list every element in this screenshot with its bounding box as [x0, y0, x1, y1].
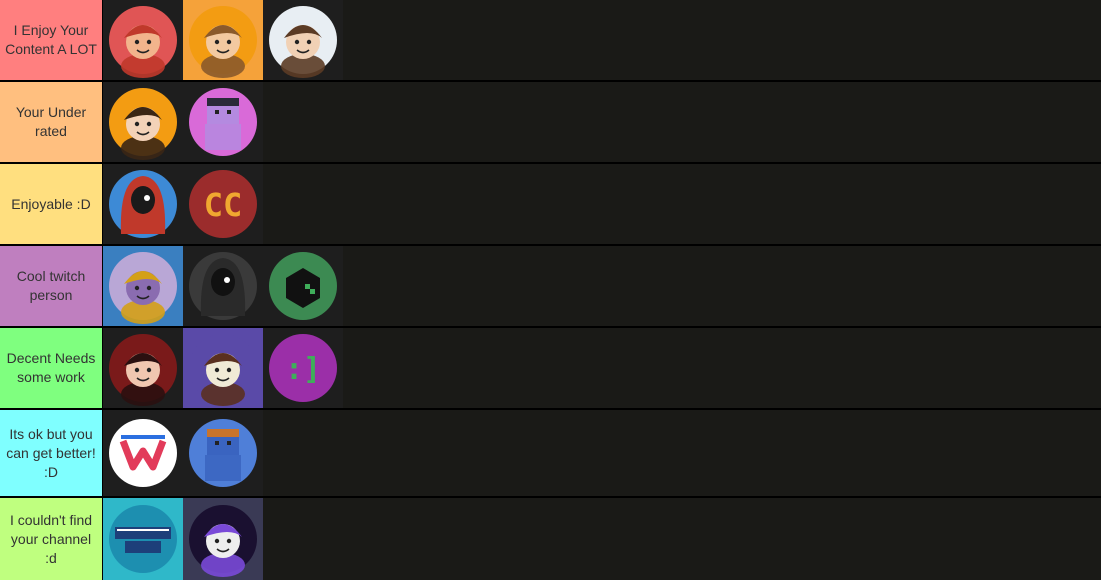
tier-label[interactable]: Cool twitch person: [0, 246, 102, 326]
server-logo-icon: [103, 498, 183, 580]
tier-label[interactable]: Decent Needs some work: [0, 328, 102, 408]
avatar-curly-hair-boy[interactable]: [103, 82, 183, 162]
cartoon-avatar-icon: [103, 328, 183, 408]
tier-items: [102, 246, 1101, 326]
avatar-purple-minecraft-skin[interactable]: [183, 82, 263, 162]
cartoon-avatar-icon: [103, 0, 183, 80]
tier-row: Cool twitch person: [0, 246, 1101, 326]
cc-logo-icon: CC: [183, 164, 263, 244]
tier-row: Decent Needs some work:]: [0, 328, 1101, 408]
tier-row: Your Under rated: [0, 82, 1101, 162]
hooded-figure-icon: [103, 164, 183, 244]
avatar-space-ninja[interactable]: [183, 498, 263, 580]
tier-row: I couldn't find your channel :d: [0, 498, 1101, 580]
gauntlet-character-icon: [103, 246, 183, 326]
avatar-dark-red-anime-character[interactable]: [103, 328, 183, 408]
tier-row: Its ok but you can get better! :D: [0, 410, 1101, 496]
cartoon-avatar-icon: [183, 328, 263, 408]
avatar-green-cube-logo[interactable]: [263, 246, 343, 326]
avatar-evolve-smp-logo[interactable]: [103, 498, 183, 580]
avatar-pixel-shades-boy[interactable]: [263, 0, 343, 80]
avatar-cc-logo[interactable]: CC: [183, 164, 263, 244]
tier-items: [102, 410, 1101, 496]
hooded-figure-icon: [183, 246, 263, 326]
avatar-thanos-gauntlet[interactable]: [103, 246, 183, 326]
minecraft-skin-icon: [183, 82, 263, 162]
minecraft-creature-icon: [183, 410, 263, 496]
svg-text::]: :]: [285, 352, 321, 387]
tier-items: [102, 498, 1101, 580]
tier-items: [102, 82, 1101, 162]
avatar-red-hair-fedora[interactable]: [103, 0, 183, 80]
tier-label[interactable]: Its ok but you can get better! :D: [0, 410, 102, 496]
avatar-w-logo[interactable]: [103, 410, 183, 496]
cube-logo-icon: [263, 246, 343, 326]
avatar-red-hooded-figure[interactable]: [103, 164, 183, 244]
cartoon-avatar-icon: [263, 0, 343, 80]
avatar-blue-minecraft-creature[interactable]: [183, 410, 263, 496]
tier-items: :]: [102, 328, 1101, 408]
tier-label[interactable]: I Enjoy Your Content A LOT: [0, 0, 102, 80]
avatar-purple-emoticon[interactable]: :]: [263, 328, 343, 408]
ninja-character-icon: [183, 498, 263, 580]
tier-label[interactable]: I couldn't find your channel :d: [0, 498, 102, 580]
tier-row: Enjoyable :D CC: [0, 164, 1101, 244]
cartoon-avatar-icon: [183, 0, 263, 80]
tier-items: [102, 0, 1101, 80]
tier-label[interactable]: Your Under rated: [0, 82, 102, 162]
cartoon-avatar-icon: [103, 82, 183, 162]
w-logo-icon: [103, 410, 183, 496]
tier-items: CC: [102, 164, 1101, 244]
tier-label[interactable]: Enjoyable :D: [0, 164, 102, 244]
emoticon-logo-icon: :]: [263, 328, 343, 408]
avatar-masked-hooded-figure[interactable]: [183, 246, 263, 326]
svg-text:CC: CC: [204, 186, 243, 224]
avatar-orange-shirt-boy[interactable]: [183, 0, 263, 80]
avatar-smiling-purple-bg[interactable]: [183, 328, 263, 408]
tier-list: I Enjoy Your Content A LOT Your Under rat…: [0, 0, 1101, 580]
tier-row: I Enjoy Your Content A LOT: [0, 0, 1101, 80]
